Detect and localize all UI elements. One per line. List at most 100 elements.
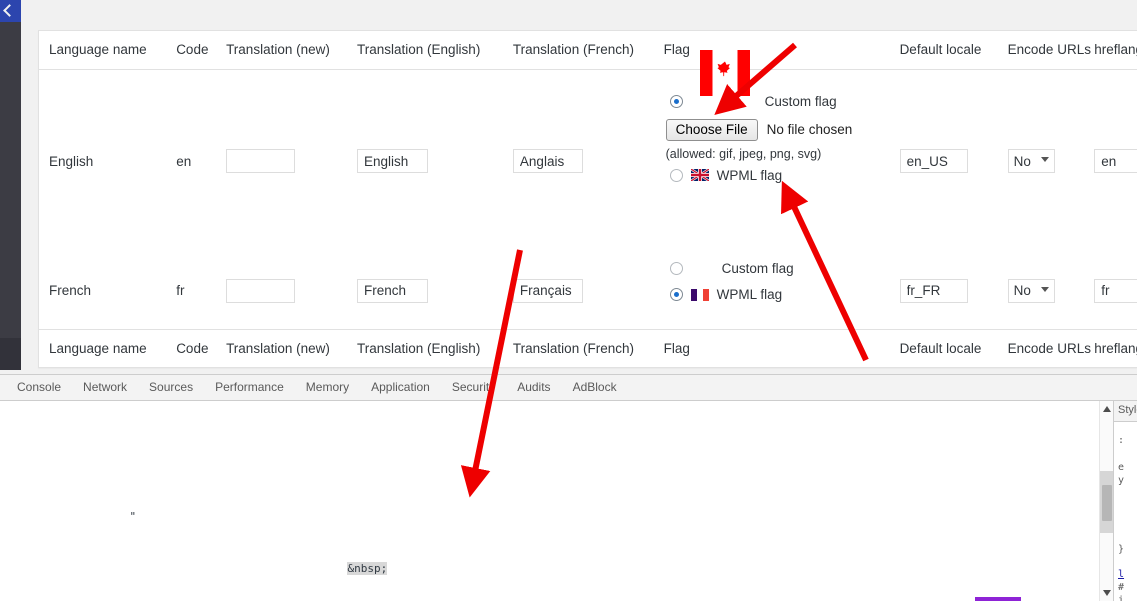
flag-options-en: Custom flag Choose File No file chosen (… [664, 49, 900, 254]
devtools-tab-bar: Console Network Sources Performance Memo… [0, 375, 1137, 401]
styles-pane-tab[interactable]: Styles [1114, 401, 1137, 422]
tab-audits[interactable]: Audits [506, 375, 561, 400]
default-locale-input-en[interactable] [899, 149, 968, 174]
collapse-menu-icon[interactable] [0, 0, 21, 22]
table-footer-row: Language name Code Translation (new) Tra… [39, 328, 1137, 367]
table-header-row: Language name Code Translation (new) Tra… [39, 31, 1137, 70]
tab-memory[interactable]: Memory [295, 375, 360, 400]
flag-upload-row-en: Choose File No file chosen [665, 118, 853, 141]
encode-urls-wrap-en: No [1007, 149, 1055, 174]
cell-language-name: French [49, 283, 92, 299]
cell-translation-english [357, 253, 513, 329]
cell-translation-french [512, 69, 664, 253]
dom-nbsp-1: &nbsp; [347, 562, 388, 575]
translation-french-input-en[interactable] [512, 149, 583, 174]
tab-sources[interactable]: Sources [138, 375, 204, 400]
translation-english-input-en[interactable] [357, 149, 429, 174]
custom-flag-radio-en[interactable] [669, 94, 683, 108]
dom-code: ▔▔ ▔▔ ▔▔ ▔▔ " &nbsp; " <label for="wpm-e… [0, 401, 1113, 601]
scroll-up-arrow-icon[interactable] [1103, 406, 1111, 412]
default-locale-input-fr[interactable] [899, 278, 968, 303]
styles-row: : [1118, 435, 1125, 446]
devtools-body: ▔▔ ▔▔ ▔▔ ▔▔ " &nbsp; " <label for="wpm-e… [0, 401, 1137, 601]
cell-flag-fr: Custom flag WPML flag [664, 253, 900, 329]
custom-flag-label-en: Custom flag [764, 93, 837, 109]
translation-french-input-fr[interactable] [512, 278, 583, 303]
col-header-translation-english: Translation (English) [357, 31, 513, 70]
dom-line-clipped: ▔▔ ▔▔ ▔▔ ▔▔ [0, 453, 1113, 458]
no-file-chosen-label-en: No file chosen [766, 122, 853, 137]
cell-hreflang-en [1094, 69, 1137, 253]
col-header-translation-french: Translation (French) [512, 31, 664, 70]
tab-performance[interactable]: Performance [204, 375, 295, 400]
wpml-flag-radio-en[interactable] [669, 168, 683, 182]
wpml-flag-radio-fr[interactable] [669, 288, 683, 301]
cell-default-locale-en [899, 69, 1008, 253]
wpml-flag-label-fr: WPML flag [716, 287, 783, 302]
cell-default-locale-fr [899, 253, 1008, 329]
flag-options-fr: Custom flag WPML flag [664, 253, 900, 329]
canada-flag-icon [699, 49, 750, 96]
col-footer-translation-new: Translation (new) [226, 328, 358, 367]
devtools-tree-scrollbar[interactable] [1099, 401, 1113, 601]
col-header-translation-new: Translation (new) [226, 31, 358, 70]
cell-flag-en: Custom flag Choose File No file chosen (… [664, 49, 900, 254]
col-header-encode-urls: Encode URLs [1007, 31, 1095, 70]
devtools-elements-tree[interactable]: ▔▔ ▔▔ ▔▔ ▔▔ " &nbsp; " <label for="wpm-e… [0, 401, 1113, 601]
wpml-flag-option-en[interactable]: WPML flag [669, 168, 782, 183]
wp-admin-sidebar [0, 22, 21, 338]
translation-new-input-fr[interactable] [226, 278, 296, 303]
cell-translation-new [226, 253, 357, 329]
wp-admin-sidebar-footer [0, 338, 21, 370]
custom-flag-option-en[interactable]: Custom flag [669, 93, 837, 109]
cell-encode-urls-en: No [1007, 69, 1095, 253]
wpml-flag-option-fr[interactable]: WPML flag [669, 287, 783, 302]
col-header-default-locale: Default locale [899, 31, 1008, 70]
styles-row: # [1118, 582, 1125, 593]
allowed-formats-note: (allowed: gif, jpeg, png, svg) [665, 146, 822, 161]
tab-adblock[interactable]: AdBlock [562, 375, 628, 400]
col-footer-code: Code [176, 328, 227, 367]
table-row: English en English Anglais Custom flag C… [39, 49, 1137, 254]
cell-translation-new [226, 69, 357, 253]
cell-language-name: English [49, 153, 94, 169]
france-flag-icon [690, 288, 709, 301]
styles-row: y [1118, 475, 1125, 486]
col-footer-translation-english: Translation (English) [357, 328, 513, 367]
uk-flag-icon [690, 169, 709, 181]
hreflang-input-fr[interactable] [1094, 278, 1137, 303]
encode-urls-select-fr[interactable]: No [1007, 278, 1055, 303]
screen-root: Language name Code Translation (new) Tra… [0, 0, 1137, 601]
tab-application[interactable]: Application [360, 375, 441, 400]
dom-line: " [0, 497, 1113, 523]
hreflang-input-en[interactable] [1094, 149, 1137, 174]
cell-translation-english [357, 69, 513, 253]
dom-line: &nbsp; [0, 549, 1113, 575]
col-header-hreflang: hreflang [1094, 31, 1137, 70]
scrollbar-thumb[interactable] [1102, 485, 1112, 521]
devtools-styles-pane: Styles : e y } l # i [1113, 401, 1137, 601]
cell-translation-french [512, 253, 664, 329]
custom-flag-option-fr[interactable]: Custom flag [669, 261, 794, 276]
cell-hreflang-fr [1094, 253, 1137, 329]
languages-table-panel: Language name Code Translation (new) Tra… [38, 30, 1137, 368]
custom-flag-radio-fr[interactable] [669, 262, 683, 275]
custom-flag-label-fr: Custom flag [721, 261, 794, 276]
scroll-down-arrow-icon[interactable] [1103, 590, 1111, 596]
col-footer-translation-french: Translation (French) [512, 328, 664, 367]
table-foot: Language name Code Translation (new) Tra… [39, 328, 1137, 367]
translation-english-input-fr[interactable] [357, 278, 429, 303]
encode-urls-select-en[interactable]: No [1007, 149, 1055, 174]
canada-flag-image [699, 48, 750, 98]
translation-new-input-en[interactable] [226, 149, 296, 174]
choose-file-button-en[interactable]: Choose File [665, 118, 758, 141]
devtools-panel: Console Network Sources Performance Memo… [0, 374, 1137, 601]
tab-security[interactable]: Security [441, 375, 506, 400]
encode-urls-wrap-fr: No [1007, 278, 1055, 303]
col-footer-default-locale: Default locale [899, 328, 1008, 367]
cell-encode-urls-fr: No [1007, 253, 1095, 329]
tab-network[interactable]: Network [72, 375, 138, 400]
languages-table: Language name Code Translation (new) Tra… [39, 31, 1137, 367]
tab-console[interactable]: Console [6, 375, 72, 400]
styles-row-link[interactable]: l [1114, 568, 1137, 581]
